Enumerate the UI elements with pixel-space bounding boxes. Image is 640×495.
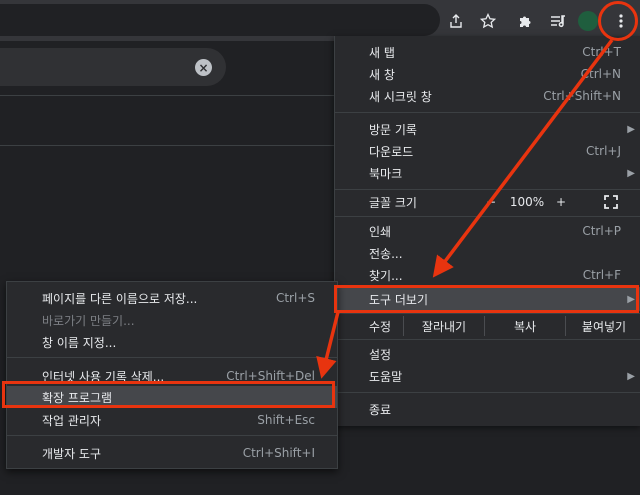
menu-item-shortcut: Shift+Esc xyxy=(257,413,315,427)
page-search-box[interactable] xyxy=(0,48,226,86)
menu-separator xyxy=(335,339,640,340)
chevron-right-icon: ▶ xyxy=(627,370,635,382)
fullscreen-icon[interactable] xyxy=(597,191,625,213)
divider xyxy=(0,95,334,96)
submenu-item-name-window[interactable]: 창 이름 지정... xyxy=(7,331,337,353)
menu-item-label: 설정 xyxy=(369,347,392,362)
menu-item-label: 개발자 도구 xyxy=(42,446,102,461)
menu-item-settings[interactable]: 설정 xyxy=(335,343,640,365)
address-bar[interactable] xyxy=(0,4,440,36)
menu-item-shortcut: Ctrl+Shift+I xyxy=(242,446,315,460)
menu-item-downloads[interactable]: 다운로드 Ctrl+J xyxy=(335,140,640,162)
menu-item-shortcut: Ctrl+T xyxy=(582,45,621,59)
menu-item-label: 새 창 xyxy=(369,67,395,82)
menu-item-label: 도움말 xyxy=(369,369,403,384)
cut-button[interactable]: 잘라내기 xyxy=(403,316,484,336)
submenu-item-save-page[interactable]: 페이지를 다른 이름으로 저장... Ctrl+S xyxy=(7,287,337,309)
menu-item-exit[interactable]: 종료 xyxy=(335,398,640,420)
menu-item-label: 새 시크릿 창 xyxy=(369,89,432,104)
submenu-item-create-shortcut: 바로가기 만들기... xyxy=(7,309,337,331)
menu-item-help[interactable]: 도움말 ▶ xyxy=(335,365,640,387)
reading-list-icon[interactable] xyxy=(546,9,570,33)
menu-item-shortcut: Ctrl+S xyxy=(275,291,315,305)
menu-button-highlight xyxy=(598,1,638,41)
menu-separator xyxy=(335,216,640,217)
star-icon[interactable] xyxy=(476,9,500,33)
puzzle-icon[interactable] xyxy=(514,9,538,33)
menu-item-label: 찾기... xyxy=(369,268,403,283)
menu-item-new-incognito[interactable]: 새 시크릿 창 Ctrl+Shift+N xyxy=(335,85,640,107)
more-tools-submenu: 페이지를 다른 이름으로 저장... Ctrl+S 바로가기 만들기... 창 … xyxy=(6,281,338,469)
menu-item-label: 바로가기 만들기... xyxy=(42,313,135,328)
menu-item-bookmarks[interactable]: 북마크 ▶ xyxy=(335,162,640,184)
menu-item-label: 글꼴 크기 xyxy=(369,195,417,210)
chevron-right-icon: ▶ xyxy=(627,167,635,179)
close-icon[interactable]: × xyxy=(195,59,212,76)
copy-button[interactable]: 복사 xyxy=(484,316,565,336)
menu-separator xyxy=(335,313,640,314)
menu-item-label: 창 이름 지정... xyxy=(42,335,117,350)
menu-item-label: 인쇄 xyxy=(369,224,392,239)
menu-item-label: 페이지를 다른 이름으로 저장... xyxy=(42,291,198,306)
paste-button[interactable]: 붙여넣기 xyxy=(565,316,640,336)
menu-item-label: 새 탭 xyxy=(369,45,395,60)
more-tools-highlight xyxy=(334,285,639,313)
menu-item-shortcut: Ctrl+F xyxy=(582,268,621,282)
chevron-right-icon: ▶ xyxy=(627,123,635,135)
menu-item-zoom: 글꼴 크기 − 100% + xyxy=(335,191,640,213)
menu-separator xyxy=(335,189,640,190)
menu-item-edit: 수정 잘라내기 복사 붙여넣기 xyxy=(335,315,640,337)
submenu-item-developer-tools[interactable]: 개발자 도구 Ctrl+Shift+I xyxy=(7,442,337,464)
menu-item-shortcut: Ctrl+Shift+N xyxy=(543,89,621,103)
divider xyxy=(0,145,334,146)
menu-item-label: 전송... xyxy=(369,246,403,261)
menu-separator xyxy=(335,392,640,393)
menu-item-label: 다운로드 xyxy=(369,144,414,159)
menu-item-find[interactable]: 찾기... Ctrl+F xyxy=(335,264,640,286)
menu-item-shortcut: Ctrl+P xyxy=(582,224,621,238)
menu-item-label: 방문 기록 xyxy=(369,122,417,137)
share-icon[interactable] xyxy=(444,9,468,33)
avatar[interactable] xyxy=(578,11,598,31)
menu-item-new-window[interactable]: 새 창 Ctrl+N xyxy=(335,63,640,85)
menu-item-label: 작업 관리자 xyxy=(42,413,102,428)
submenu-item-task-manager[interactable]: 작업 관리자 Shift+Esc xyxy=(7,409,337,431)
zoom-level: 100% xyxy=(509,195,545,209)
menu-item-cast[interactable]: 전송... xyxy=(335,242,640,264)
extensions-highlight xyxy=(2,381,335,408)
menu-item-shortcut: Ctrl+J xyxy=(586,144,621,158)
menu-item-label: 북마크 xyxy=(369,166,403,181)
menu-separator xyxy=(7,435,337,436)
menu-item-label: 종료 xyxy=(369,402,392,417)
menu-item-new-tab[interactable]: 새 탭 Ctrl+T xyxy=(335,41,640,63)
menu-item-print[interactable]: 인쇄 Ctrl+P xyxy=(335,220,640,242)
chrome-main-menu: 새 탭 Ctrl+T 새 창 Ctrl+N 새 시크릿 창 Ctrl+Shift… xyxy=(334,36,640,426)
menu-separator xyxy=(7,357,337,358)
zoom-in-button[interactable]: + xyxy=(553,191,569,213)
menu-separator xyxy=(335,112,640,113)
menu-item-history[interactable]: 방문 기록 ▶ xyxy=(335,118,640,140)
menu-item-label: 수정 xyxy=(369,319,392,334)
zoom-out-button[interactable]: − xyxy=(483,191,499,213)
menu-item-shortcut: Ctrl+N xyxy=(580,67,621,81)
